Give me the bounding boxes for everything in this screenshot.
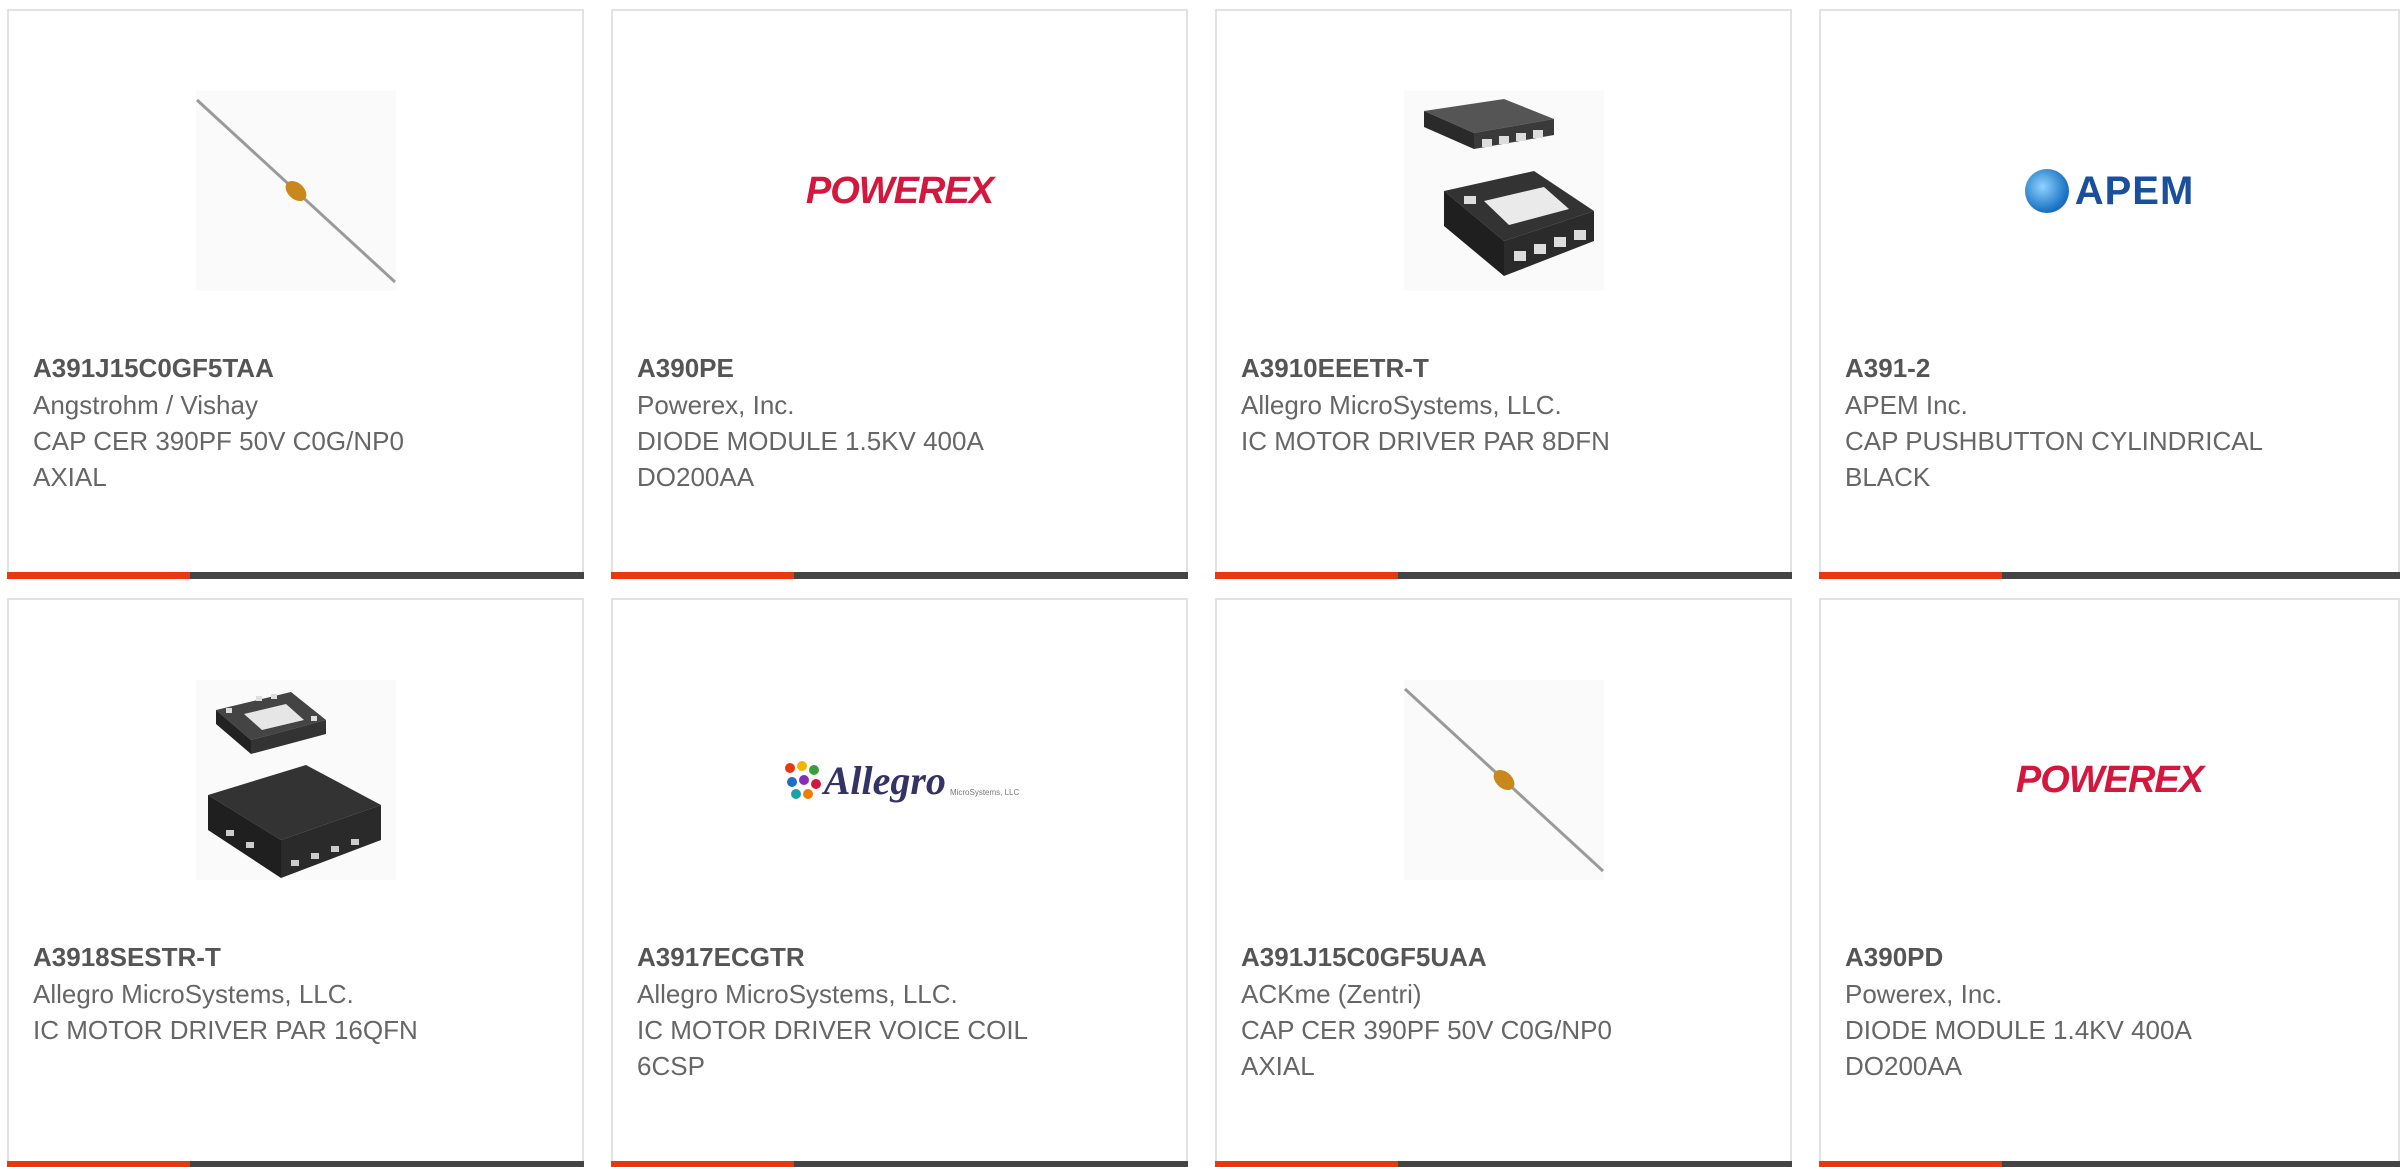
card-accent-bar — [7, 1161, 190, 1167]
apem-logo: APEM — [2024, 168, 2195, 214]
part-number[interactable]: A391J15C0GF5TAA — [33, 350, 473, 387]
product-image[interactable] — [9, 660, 582, 900]
manufacturer: Powerex, Inc. — [637, 390, 795, 420]
product-card[interactable]: POWEREX A390PD Powerex, Inc. DIODE MODUL… — [1819, 598, 2400, 1167]
product-card[interactable]: A3910EEETR-T Allegro MicroSystems, LLC. … — [1215, 9, 1792, 579]
manufacturer: Powerex, Inc. — [1845, 979, 2003, 1009]
product-image[interactable]: POWEREX — [1821, 660, 2398, 900]
part-number[interactable]: A3910EEETR-T — [1241, 350, 1681, 387]
card-accent-bar — [1215, 572, 1398, 579]
card-bottom-bar — [7, 572, 584, 579]
card-bottom-bar — [611, 1161, 1188, 1167]
axial-capacitor-image — [1403, 680, 1604, 880]
powerex-logo: POWEREX — [805, 169, 994, 212]
product-grid: A391J15C0GF5TAA Angstrohm / Vishay CAP C… — [0, 0, 2400, 1167]
product-card[interactable]: APEM A391-2 APEM Inc. CAP PUSHBUTTON CYL… — [1819, 9, 2400, 579]
card-accent-bar — [1215, 1161, 1398, 1167]
part-number[interactable]: A391-2 — [1845, 350, 2285, 387]
manufacturer: Allegro MicroSystems, LLC. — [1241, 390, 1562, 420]
product-image[interactable]: APEM — [1821, 71, 2398, 311]
card-accent-bar — [611, 572, 794, 579]
product-image[interactable] — [9, 71, 582, 311]
card-accent-bar — [611, 1161, 794, 1167]
description: CAP CER 390PF 50V C0G/NP0 AXIAL — [33, 426, 404, 492]
powerex-logo: POWEREX — [2015, 758, 2204, 801]
apem-logo-text: APEM — [2074, 168, 2195, 213]
axial-capacitor-image — [195, 91, 396, 291]
card-accent-bar — [7, 572, 190, 579]
part-number[interactable]: A390PE — [637, 350, 1077, 387]
card-accent-bar — [1819, 1161, 2002, 1167]
product-card[interactable]: A3918SESTR-T Allegro MicroSystems, LLC. … — [7, 598, 584, 1167]
part-number[interactable]: A391J15C0GF5UAA — [1241, 939, 1681, 976]
product-image[interactable] — [1217, 71, 1790, 311]
apem-logo-icon — [2024, 169, 2069, 213]
card-bottom-bar — [611, 572, 1188, 579]
product-card[interactable]: POWEREX A390PE Powerex, Inc. DIODE MODUL… — [611, 9, 1188, 579]
allegro-logo-subtext: MicroSystems, LLC — [949, 787, 1020, 797]
product-card[interactable]: A391J15C0GF5UAA ACKme (Zentri) CAP CER 3… — [1215, 598, 1792, 1167]
allegro-logo-icon — [784, 761, 821, 799]
description: CAP CER 390PF 50V C0G/NP0 AXIAL — [1241, 1015, 1612, 1081]
card-bottom-bar — [1819, 1161, 2400, 1167]
product-image[interactable] — [1217, 660, 1790, 900]
qfn16-package-image — [195, 680, 396, 880]
product-image[interactable]: POWEREX — [613, 71, 1186, 311]
dfn8-package-image — [1403, 91, 1604, 291]
card-bottom-bar — [1215, 1161, 1792, 1167]
manufacturer: Allegro MicroSystems, LLC. — [33, 979, 354, 1009]
card-bottom-bar — [7, 1161, 584, 1167]
allegro-logo: Allegro MicroSystems, LLC — [780, 757, 1020, 804]
description: IC MOTOR DRIVER PAR 8DFN — [1241, 426, 1610, 456]
card-accent-bar — [1819, 572, 2002, 579]
description: CAP PUSHBUTTON CYLINDRICAL BLACK — [1845, 426, 2263, 492]
product-card[interactable]: Allegro MicroSystems, LLC A3917ECGTR All… — [611, 598, 1188, 1167]
card-bottom-bar — [1215, 572, 1792, 579]
allegro-logo-text: Allegro — [823, 757, 946, 803]
product-card[interactable]: A391J15C0GF5TAA Angstrohm / Vishay CAP C… — [7, 9, 584, 579]
card-bottom-bar — [1819, 572, 2400, 579]
manufacturer: Allegro MicroSystems, LLC. — [637, 979, 958, 1009]
description: DIODE MODULE 1.4KV 400A DO200AA — [1845, 1015, 2191, 1081]
manufacturer: ACKme (Zentri) — [1241, 979, 1422, 1009]
part-number[interactable]: A3917ECGTR — [637, 939, 1077, 976]
product-image[interactable]: Allegro MicroSystems, LLC — [613, 660, 1186, 900]
manufacturer: APEM Inc. — [1845, 390, 1968, 420]
part-number[interactable]: A390PD — [1845, 939, 2285, 976]
description: IC MOTOR DRIVER PAR 16QFN — [33, 1015, 418, 1045]
description: IC MOTOR DRIVER VOICE COIL 6CSP — [637, 1015, 1028, 1081]
part-number[interactable]: A3918SESTR-T — [33, 939, 473, 976]
description: DIODE MODULE 1.5KV 400A DO200AA — [637, 426, 983, 492]
manufacturer: Angstrohm / Vishay — [33, 390, 258, 420]
